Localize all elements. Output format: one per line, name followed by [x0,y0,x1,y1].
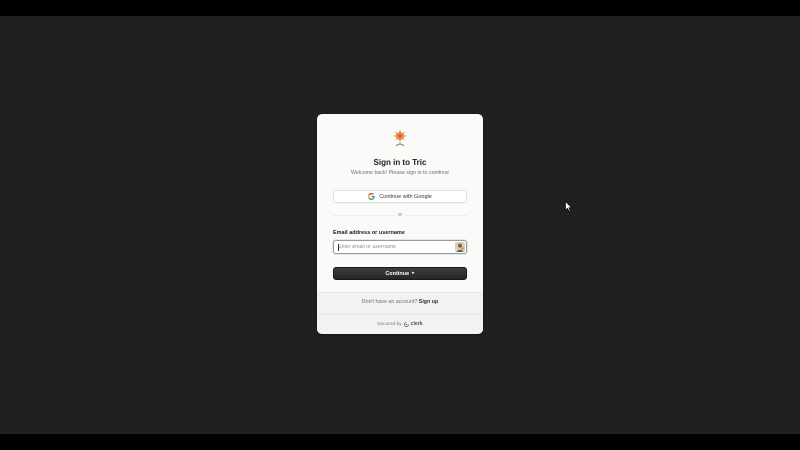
page-title: Sign in to Tric [373,158,427,167]
clerk-brand-name: clerk [410,321,423,327]
video-letterbox-top [0,0,800,16]
sun-flower-logo-icon [393,129,407,147]
clerk-icon [403,321,409,327]
signin-card-footer: Don't have an account? Sign up Secured b… [317,292,483,334]
footer-divider [317,314,483,315]
email-or-username-input[interactable] [338,241,456,253]
text-caret [338,244,339,251]
page-background: Sign in to Tric Welcome back! Please sig… [0,16,800,434]
video-letterbox-bottom [0,434,800,450]
identifier-field-label: Email address or username [333,230,405,236]
secured-by-badge: Secured by clerk [317,321,483,327]
or-divider: or [333,211,468,219]
arrow-right-icon: ▸ [412,270,415,276]
divider-line-right [406,214,468,216]
signin-card-body: Sign in to Tric Welcome back! Please sig… [317,114,483,292]
mouse-pointer-icon [565,201,572,212]
no-account-text: Don't have an account? [361,299,418,305]
password-manager-autofill-icon[interactable] [455,242,465,252]
continue-button[interactable]: Continue ▸ [333,267,467,280]
secured-by-text: Secured by [377,321,402,327]
google-button-label: Continue with Google [379,193,432,200]
page-subtitle: Welcome back! Please sign in to continue [351,170,449,176]
continue-button-label: Continue [385,270,410,277]
identifier-input-wrapper [333,240,467,254]
divider-line-left [333,214,394,216]
continue-with-google-button[interactable]: Continue with Google [333,190,467,203]
sign-up-link[interactable]: Sign up [419,299,438,305]
signin-card: Sign in to Tric Welcome back! Please sig… [317,114,483,334]
signup-prompt: Don't have an account? Sign up [317,299,483,305]
divider-text: or [397,212,403,218]
google-icon [368,193,375,200]
